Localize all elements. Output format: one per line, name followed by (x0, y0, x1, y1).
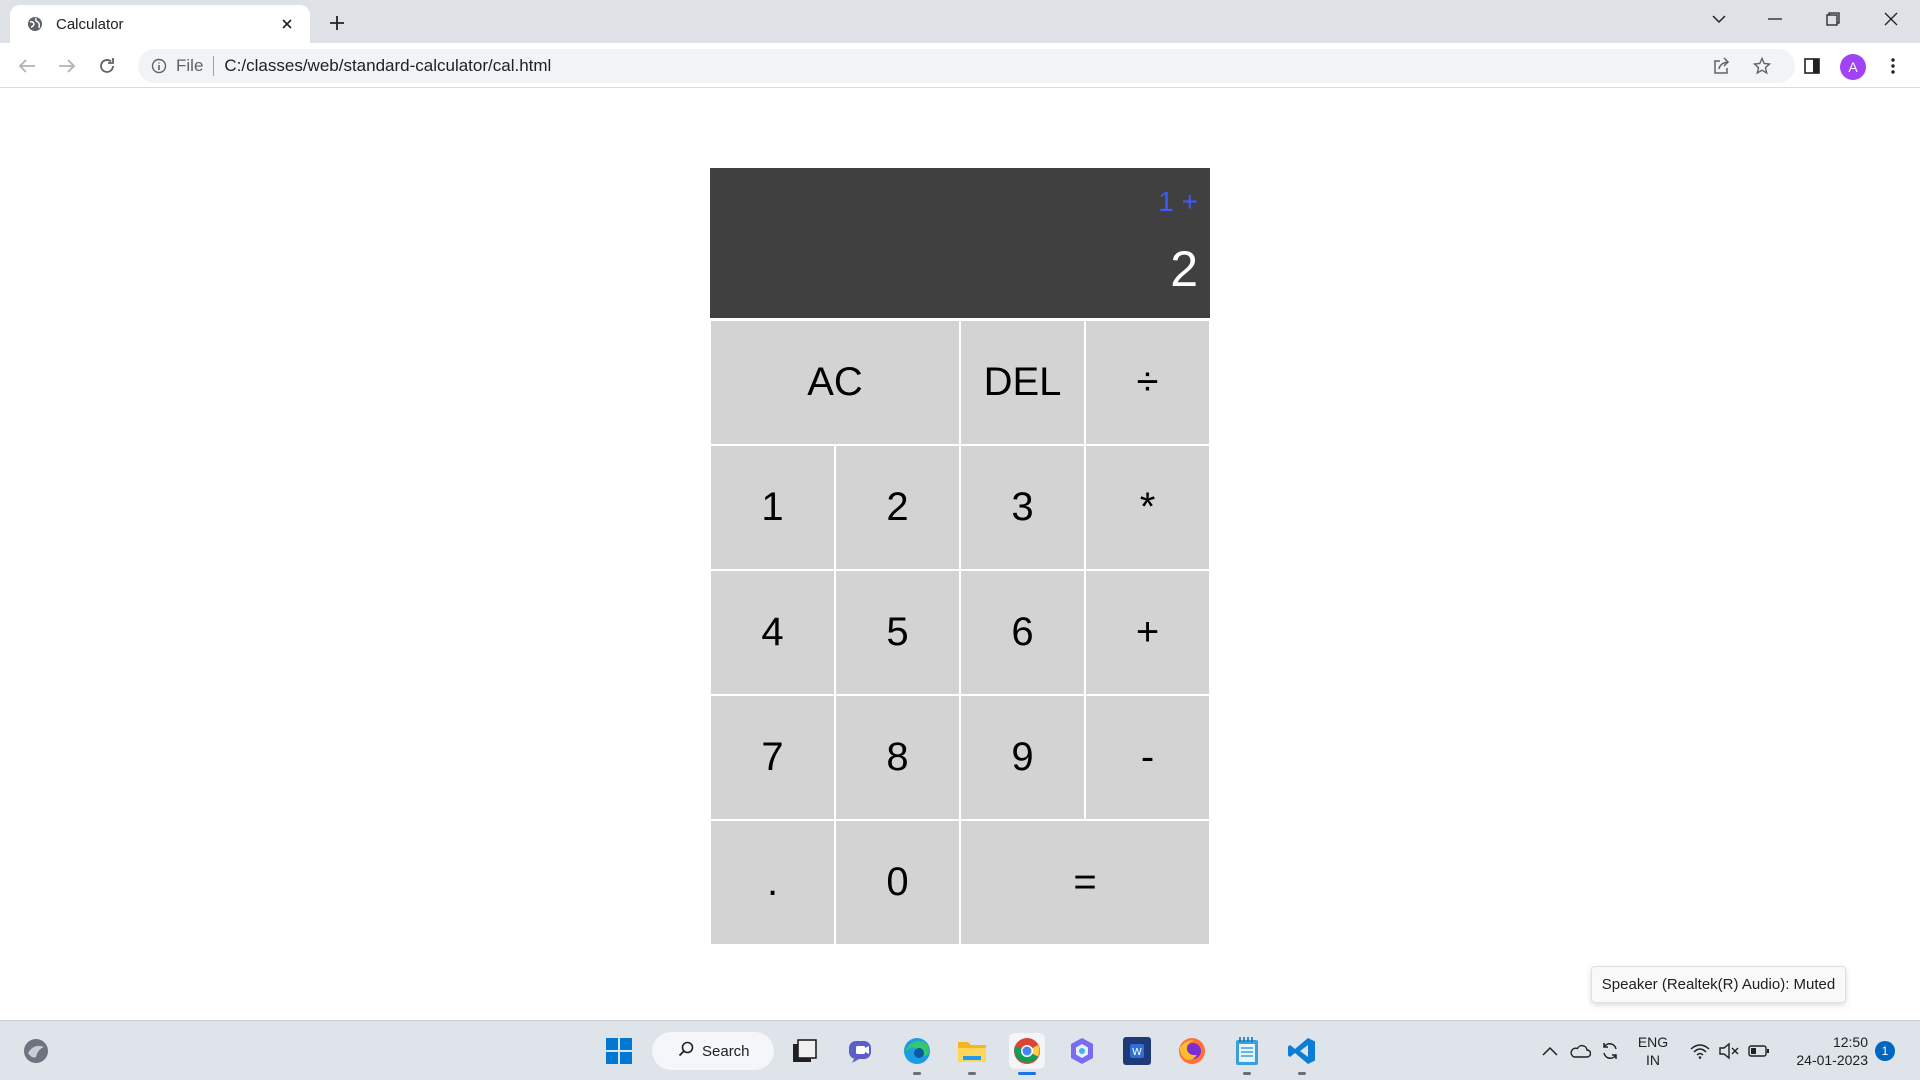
digit-1-button[interactable]: 1 (710, 445, 835, 570)
notepad-icon[interactable] (1229, 1033, 1265, 1075)
start-windows-icon[interactable] (601, 1033, 637, 1069)
address-scheme: File (176, 56, 204, 75)
calculator-display: 1 + 2 (710, 168, 1210, 318)
tab-strip: Calculator (0, 0, 1920, 43)
digit-3-button[interactable]: 3 (960, 445, 1085, 570)
delete-button[interactable]: DEL (960, 320, 1085, 445)
minus-button[interactable]: - (1085, 695, 1210, 820)
running-indicator (1243, 1072, 1251, 1075)
browser-toolbar: File C:/classes/web/standard-calculator/… (0, 43, 1920, 88)
speaker-tooltip: Speaker (Realtek(R) Audio): Muted (1591, 966, 1846, 1003)
clock-date: 24-01-2023 (1796, 1052, 1868, 1068)
side-panel-icon[interactable] (1797, 51, 1827, 81)
plus-button[interactable]: + (1085, 570, 1210, 695)
search-label: Search (702, 1042, 750, 1060)
task-view-icon[interactable] (787, 1033, 823, 1069)
taskbar: Search W ENG IN 12:50 24-01-2023 1 (0, 1020, 1920, 1080)
equals-button[interactable]: = (960, 820, 1210, 945)
current-operand: 2 (1170, 241, 1198, 297)
back-arrow-icon[interactable] (12, 51, 42, 81)
decimal-button[interactable]: . (710, 820, 835, 945)
svg-text:W: W (1132, 1047, 1142, 1058)
sync-icon[interactable] (1598, 1039, 1622, 1063)
widgets-icon[interactable] (18, 1033, 54, 1069)
digit-4-button[interactable]: 4 (710, 570, 835, 695)
profile-avatar[interactable]: A (1840, 54, 1866, 80)
more-menu-icon[interactable] (1878, 51, 1908, 81)
address-separator (213, 56, 215, 76)
digit-8-button[interactable]: 8 (835, 695, 960, 820)
chevron-up-icon[interactable] (1538, 1039, 1562, 1063)
firefox-icon[interactable] (1174, 1033, 1210, 1069)
chrome-icon[interactable] (1009, 1033, 1045, 1075)
edge-browser-icon[interactable] (899, 1033, 935, 1075)
input-language-indicator[interactable]: ENG IN (1636, 1033, 1670, 1069)
battery-icon[interactable] (1747, 1039, 1771, 1063)
copilot-app-icon[interactable] (1064, 1033, 1100, 1069)
digit-9-button[interactable]: 9 (960, 695, 1085, 820)
running-indicator (1298, 1072, 1306, 1075)
multiply-button[interactable]: * (1085, 445, 1210, 570)
divide-button[interactable]: ÷ (1085, 320, 1210, 445)
keypad: AC DEL ÷ 1 2 3 * 4 5 6 + 7 8 9 - . 0 = (710, 320, 1210, 945)
clock[interactable]: 12:50 24-01-2023 (1784, 1033, 1868, 1069)
tab-calculator[interactable]: Calculator (10, 5, 310, 43)
speaker-muted-icon[interactable] (1717, 1039, 1741, 1063)
file-explorer-icon[interactable] (954, 1033, 990, 1075)
teams-chat-icon[interactable] (844, 1033, 880, 1069)
vscode-icon[interactable] (1284, 1033, 1320, 1075)
previous-operand: 1 + (1158, 186, 1198, 217)
digit-2-button[interactable]: 2 (835, 445, 960, 570)
tab-search-chevron-icon[interactable] (1691, 0, 1747, 38)
all-clear-button[interactable]: AC (710, 320, 960, 445)
region-code: IN (1646, 1052, 1660, 1068)
search-icon (678, 1041, 694, 1062)
close-tab-icon[interactable] (276, 13, 298, 35)
share-icon[interactable] (1707, 51, 1737, 81)
language-code: ENG (1637, 1034, 1669, 1050)
digit-7-button[interactable]: 7 (710, 695, 835, 820)
globe-icon (26, 15, 44, 33)
wifi-icon[interactable] (1688, 1039, 1712, 1063)
digit-5-button[interactable]: 5 (835, 570, 960, 695)
calculator: 1 + 2 AC DEL ÷ 1 2 3 * 4 5 6 + 7 8 9 - .… (710, 168, 1210, 945)
tab-title: Calculator (56, 15, 124, 33)
active-indicator (1018, 1072, 1036, 1075)
clock-time: 12:50 (1832, 1034, 1868, 1050)
bookmark-star-icon[interactable] (1747, 51, 1777, 81)
digit-0-button[interactable]: 0 (835, 820, 960, 945)
notification-badge[interactable]: 1 (1875, 1041, 1895, 1061)
info-icon[interactable] (150, 57, 168, 75)
address-url[interactable]: C:/classes/web/standard-calculator/cal.h… (224, 56, 551, 76)
running-indicator (968, 1072, 976, 1075)
restore-icon[interactable] (1805, 0, 1861, 38)
taskbar-search[interactable]: Search (652, 1032, 774, 1070)
word-app-icon[interactable]: W (1119, 1033, 1155, 1069)
onedrive-cloud-icon[interactable] (1568, 1039, 1592, 1063)
reload-icon[interactable] (92, 51, 122, 81)
minimize-icon[interactable] (1747, 0, 1803, 38)
forward-arrow-icon[interactable] (52, 51, 82, 81)
address-bar[interactable]: File C:/classes/web/standard-calculator/… (138, 49, 1795, 83)
digit-6-button[interactable]: 6 (960, 570, 1085, 695)
running-indicator (913, 1072, 921, 1075)
close-window-icon[interactable] (1863, 0, 1919, 38)
new-tab-button[interactable] (323, 9, 351, 37)
